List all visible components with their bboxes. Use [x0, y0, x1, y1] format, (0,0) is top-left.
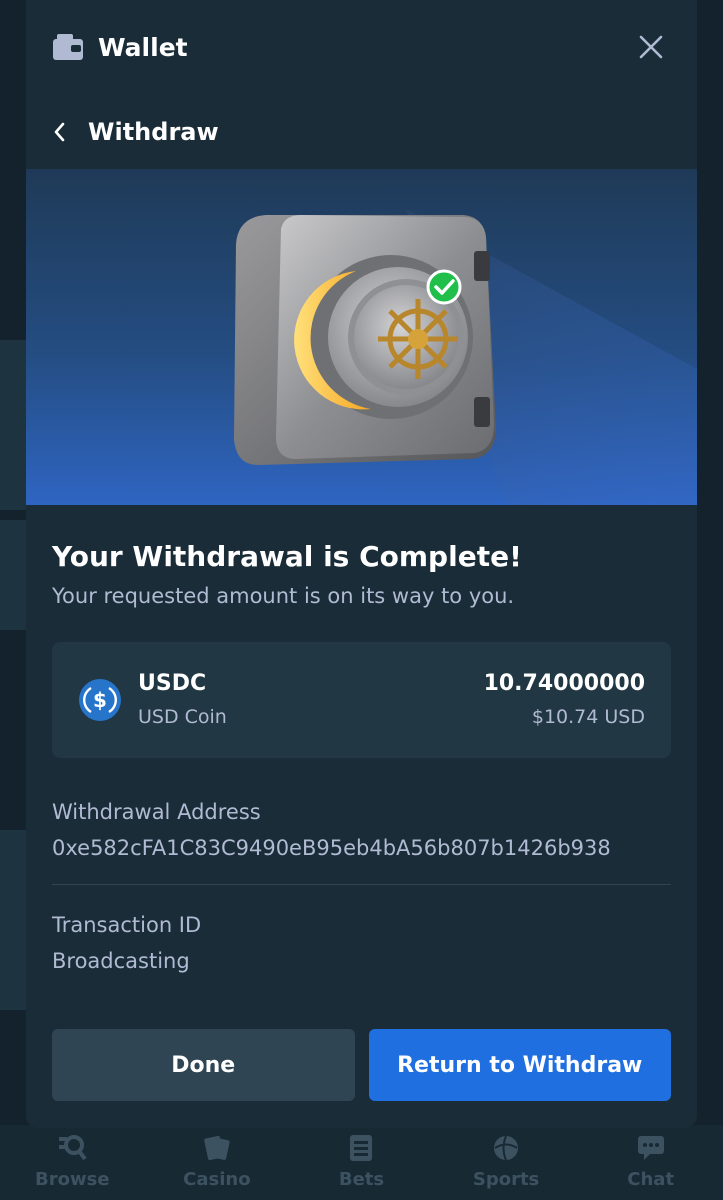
transaction-section: Transaction ID Broadcasting [52, 913, 671, 973]
modal-title: Wallet [98, 32, 188, 62]
status-subtitle: Your requested amount is on its way to y… [52, 583, 515, 608]
header-title-group: Wallet [52, 33, 188, 62]
coin-amount: 10.74000000 [483, 671, 645, 697]
divider [52, 883, 671, 885]
subheader-title: Withdraw [88, 117, 219, 146]
chat-icon [637, 1136, 664, 1160]
nav-label: Browse [35, 1169, 110, 1190]
nav-sports[interactable]: Sports [446, 1133, 566, 1190]
transaction-id-label: Transaction ID [52, 912, 202, 937]
usdc-icon: $ [79, 678, 121, 721]
modal-header: Wallet [26, 0, 697, 94]
bets-icon [350, 1135, 373, 1161]
nav-label: Sports [472, 1169, 540, 1190]
withdrawal-address-value[interactable]: 0xe582cFA1C83C9490eB95eb4bA56b807b1426b9… [52, 836, 697, 860]
nav-chat[interactable]: Chat [591, 1133, 711, 1190]
coin-name: USD Coin [138, 706, 227, 729]
cards-icon [204, 1135, 230, 1161]
nav-bets[interactable]: Bets [301, 1133, 421, 1190]
coin-amount-group: 10.74000000 $10.74 USD [484, 671, 645, 728]
back-button[interactable]: Withdraw [52, 118, 219, 146]
withdrawal-details: Your Withdrawal is Complete! Your reques… [52, 540, 671, 973]
withdrawal-address-section: Withdrawal Address 0xe582cFA1C83C9490eB9… [52, 800, 697, 860]
coin-summary-card: $ USDC USD Coin 10.74000000 $10.74 USD [52, 641, 671, 758]
nav-label: Bets [338, 1169, 385, 1190]
nav-browse[interactable]: Browse [12, 1133, 132, 1190]
coin-info: $ USDC USD Coin [78, 671, 227, 728]
wallet-icon [53, 34, 83, 60]
transaction-id-value: Broadcasting [52, 948, 190, 973]
search-icon [59, 1135, 87, 1161]
chevron-left-icon [54, 122, 65, 141]
nav-casino[interactable]: Casino [157, 1133, 277, 1190]
vault-illustration [234, 209, 697, 505]
svg-text:$: $ [93, 688, 107, 712]
coin-usd-value: $10.74 USD [531, 706, 645, 729]
wallet-modal: Wallet Withdraw Your Withdrawal is Compl… [26, 0, 697, 1128]
coin-text: USDC USD Coin [138, 671, 227, 728]
close-button[interactable] [631, 27, 671, 67]
coin-symbol: USDC [138, 671, 207, 697]
done-button[interactable]: Done [52, 1029, 355, 1101]
return-to-withdraw-button[interactable]: Return to Withdraw [368, 1029, 671, 1101]
nav-label: Casino [183, 1169, 251, 1190]
action-buttons: Done Return to Withdraw [52, 1029, 671, 1101]
ball-icon [494, 1135, 519, 1161]
bottom-navigation: Browse Casino Bets Sports Chat [0, 1125, 723, 1200]
nav-label: Chat [627, 1169, 675, 1190]
close-icon [639, 35, 663, 59]
hero-banner [26, 169, 697, 505]
status-title: Your Withdrawal is Complete! [52, 540, 522, 573]
subheader: Withdraw [26, 94, 697, 169]
withdrawal-address-label: Withdrawal Address [52, 799, 261, 824]
